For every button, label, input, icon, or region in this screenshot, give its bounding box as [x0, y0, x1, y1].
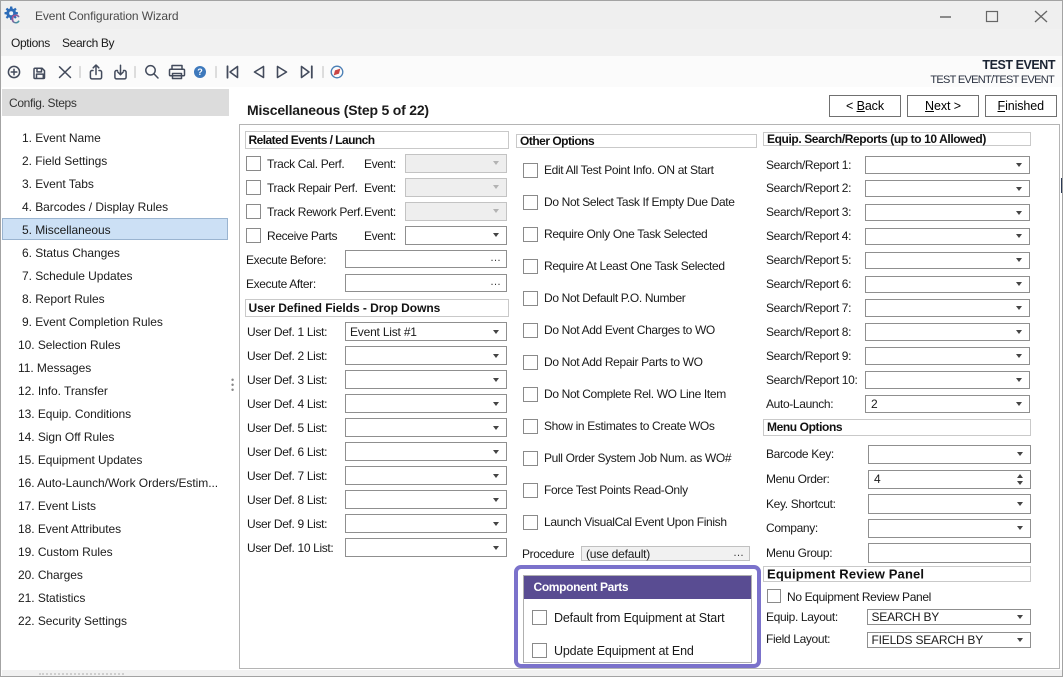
- svg-text:C: C: [11, 13, 20, 27]
- svg-text:?: ?: [197, 67, 203, 77]
